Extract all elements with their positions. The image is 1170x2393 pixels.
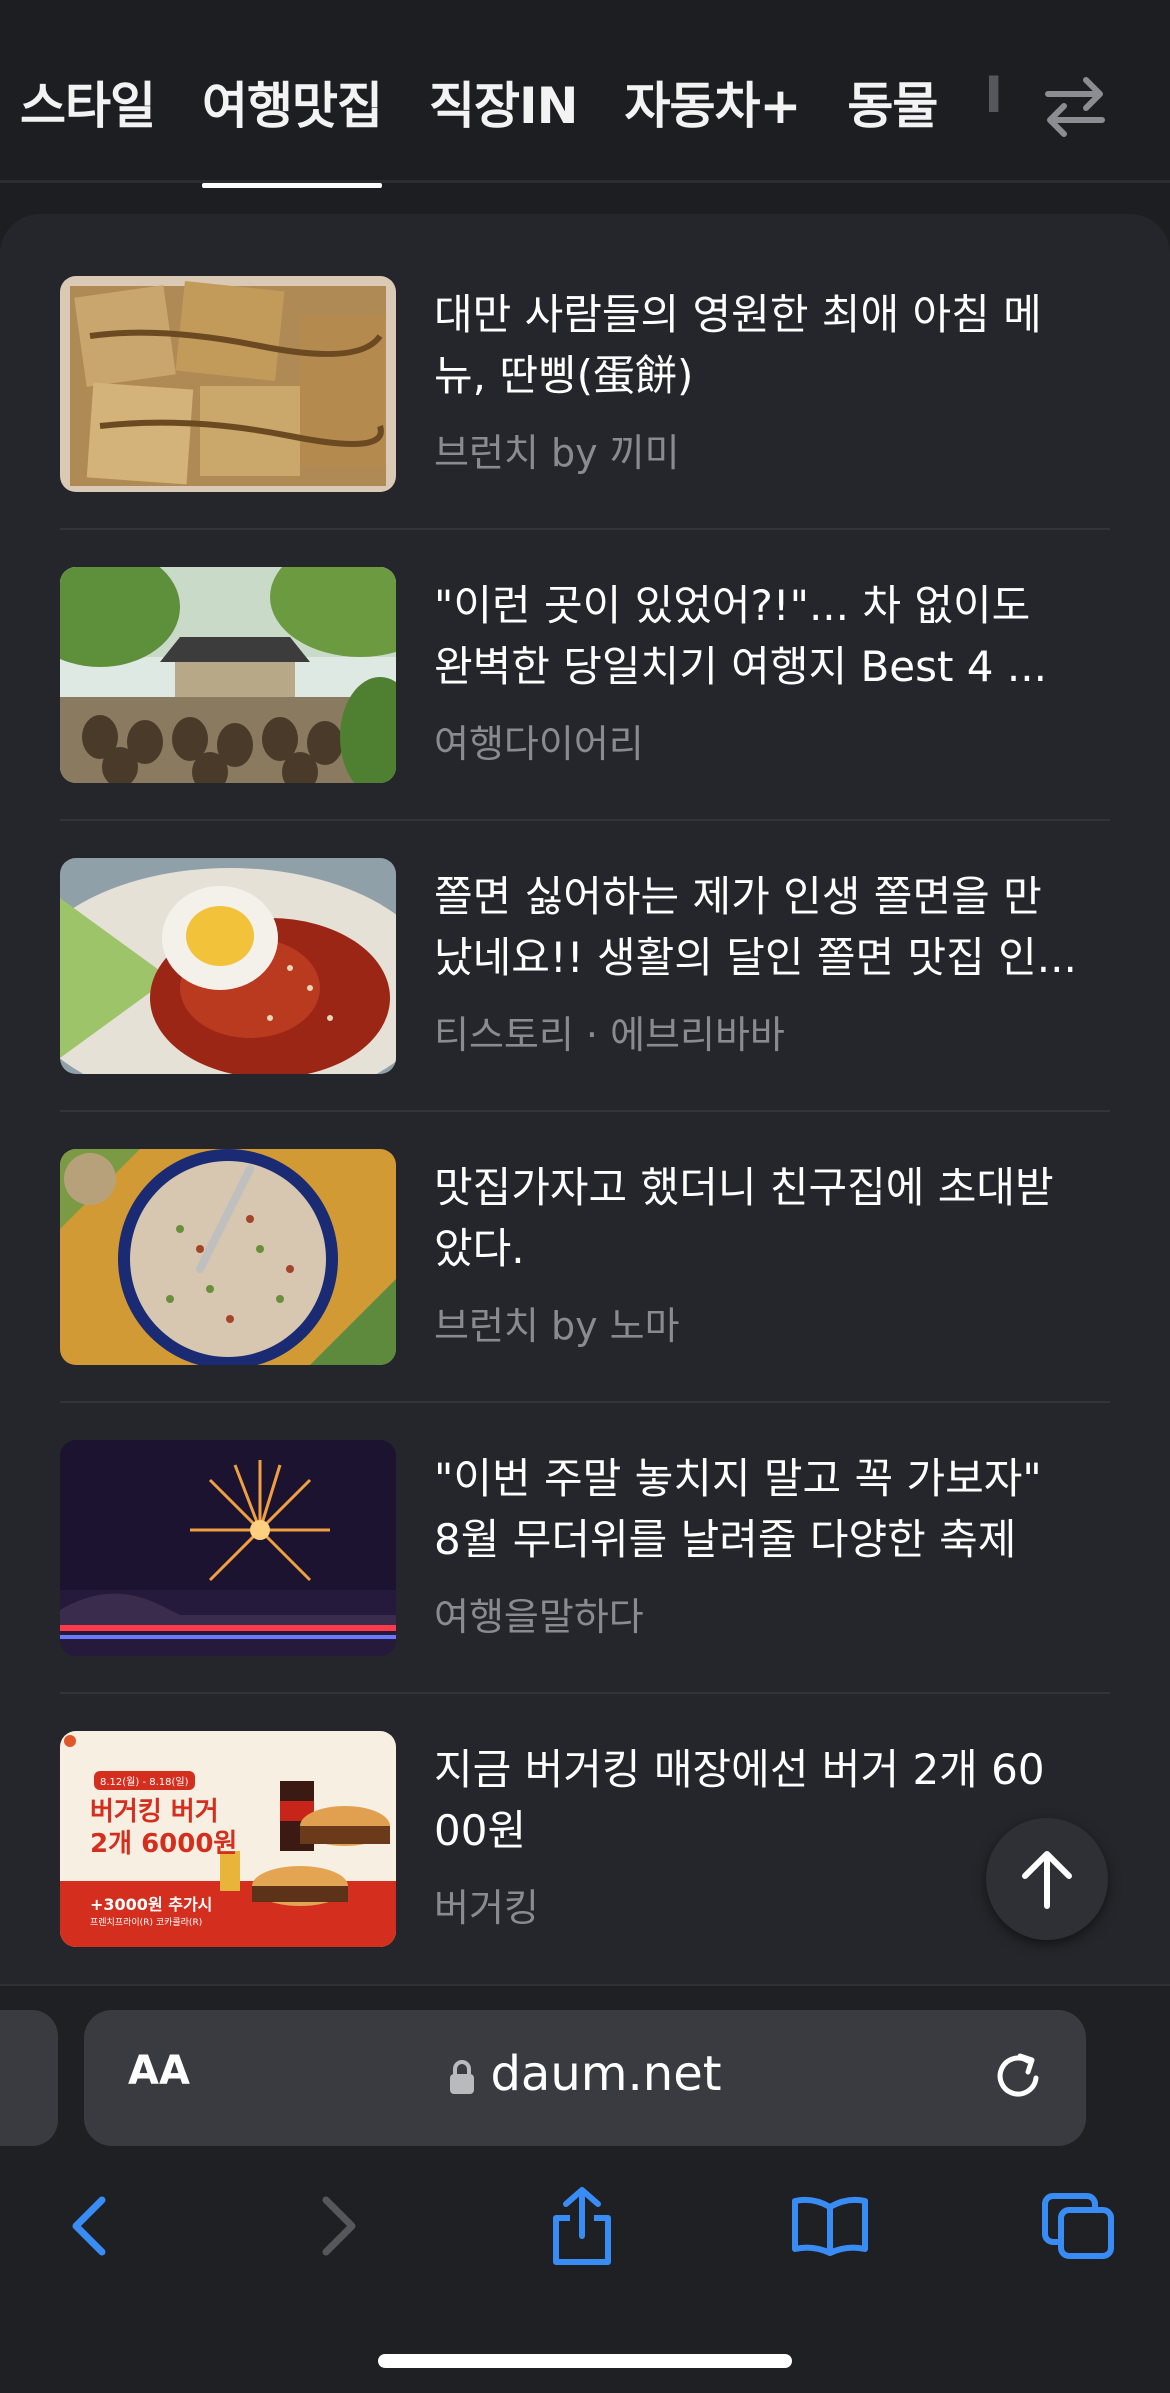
divider [60,1401,1110,1403]
tab-work[interactable]: 직장IN [429,66,578,138]
forward-button[interactable] [300,2186,380,2266]
arrow-up-icon [1022,1851,1072,1909]
article-item[interactable]: 맛집가자고 했더니 친구집에 초대받 았다. 브런치 by 노마 [60,1149,1110,1439]
url-text: daum.net [490,2046,722,2102]
swap-arrows-icon[interactable] [1038,72,1112,142]
book-icon [792,2196,868,2256]
ad-extra: +3000원 추가시 [90,1895,213,1914]
tab-partial[interactable]: I [984,66,1003,138]
article-item[interactable]: "이번 주말 놓치지 말고 꼭 가보자" 8월 무더위를 날려줄 다양한 축제 여… [60,1440,1110,1730]
category-tab-bar: 스타일 여행맛집 직장IN 자동차+ 동물 I [0,0,1170,188]
article-title: "이번 주말 놓치지 말고 꼭 가보자" 8월 무더위를 날려줄 다양한 축제 [434,1454,1042,1564]
tab-travel-food[interactable]: 여행맛집 [202,66,383,188]
share-icon [553,2187,611,2265]
chevron-right-icon [322,2196,356,2256]
divider [60,1110,1110,1112]
divider [60,1692,1110,1694]
ad-extra-2: 프렌치프라이(R) 코카콜라(R) [90,1918,203,1928]
tab-animal[interactable]: 동물 [847,66,938,138]
divider [60,528,1110,530]
ad-headline-2: 2개 6000원 [90,1829,238,1859]
address-bar[interactable]: AA daum.net [84,2010,1086,2146]
tab-style[interactable]: 스타일 [20,66,156,138]
ad-thumbnail: 8.12(월) - 8.18(일) 버거킹 버거 2개 6000원 +3000원… [60,1731,396,1947]
article-title: 쫄면 싫어하는 제가 인생 쫄면을 만 났네요!! 생활의 달인 쫄면 맛집 인.… [434,872,1077,982]
article-thumbnail [60,276,396,492]
article-item[interactable]: 쫄면 싫어하는 제가 인생 쫄면을 만 났네요!! 생활의 달인 쫄면 맛집 인.… [60,858,1110,1148]
tab-car[interactable]: 자동차+ [624,66,801,138]
back-button[interactable] [48,2186,128,2266]
article-item[interactable]: "이런 곳이 있었어?!"... 차 없이도 완벽한 당일치기 여행지 Best … [60,567,1110,857]
article-source: 여행을말하다 [434,1595,644,1639]
bookmarks-button[interactable] [790,2186,870,2266]
article-title: "이런 곳이 있었어?!"... 차 없이도 완벽한 당일치기 여행지 Best … [434,581,1047,691]
tabs-button[interactable] [1038,2186,1118,2266]
scroll-top-button[interactable] [986,1818,1108,1940]
article-source: 버거킹 [434,1886,539,1930]
article-source: 브런치 by 끼미 [434,431,680,475]
home-indicator[interactable] [378,2354,792,2368]
article-thumbnail [60,567,396,783]
article-thumbnail [60,1149,396,1365]
article-item[interactable]: 대만 사람들의 영원한 최애 아침 메 뉴, 딴삥(蛋餅) 브런치 by 끼미 [60,276,1110,566]
article-source: 여행다이어리 [434,722,644,766]
ad-date: 8.12(월) - 8.18(일) [94,1771,195,1790]
tabs-icon [1042,2193,1114,2259]
article-item[interactable]: 8.12(월) - 8.18(일) 버거킹 버거 2개 6000원 +3000원… [60,1731,1110,2021]
article-thumbnail [60,1440,396,1656]
article-thumbnail [60,858,396,1074]
share-button[interactable] [542,2186,622,2266]
reload-icon[interactable] [990,2048,1046,2104]
article-title: 맛집가자고 했더니 친구집에 초대받 았다. [434,1163,1054,1273]
article-source: 티스토리 · 에브리바바 [434,1013,785,1057]
article-title: 대만 사람들의 영원한 최애 아침 메 뉴, 딴삥(蛋餅) [434,290,1042,400]
url-display[interactable]: daum.net [84,2046,1086,2102]
tab-list: 스타일 여행맛집 직장IN 자동차+ 동물 I [20,66,1049,188]
previous-tab-preview[interactable] [0,2010,58,2146]
article-source: 브런치 by 노마 [434,1304,680,1348]
chevron-left-icon [72,2196,106,2256]
divider [60,819,1110,821]
lock-icon [450,2060,475,2094]
